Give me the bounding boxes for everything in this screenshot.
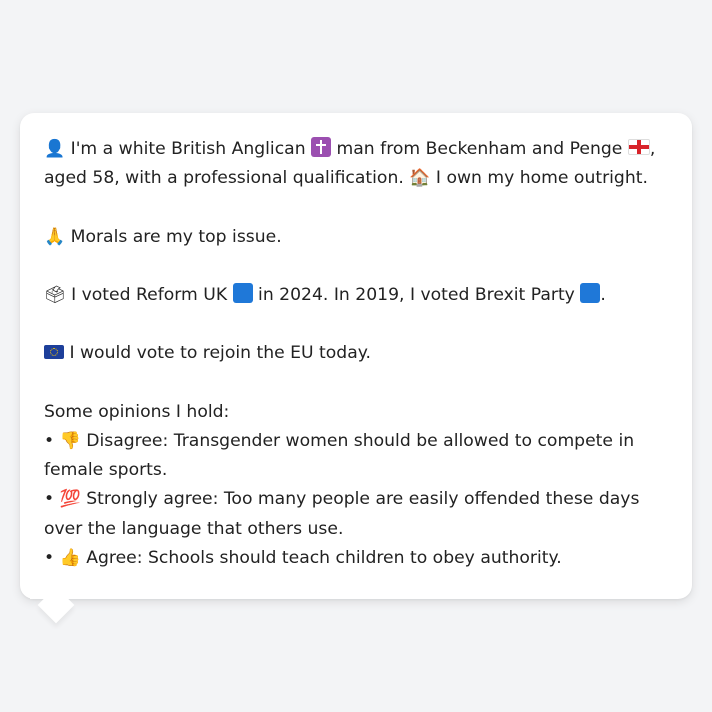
folded-hands-icon: 🙏: [44, 226, 66, 247]
party-2019-icon: [580, 282, 601, 303]
england-flag-icon: [627, 139, 650, 155]
person-silhouette-icon: 👤: [44, 139, 66, 159]
opinions-heading: Some opinions I hold:: [44, 401, 230, 422]
identity-paragraph: 👤 I'm a white British Anglican man from …: [44, 135, 668, 193]
bullet: •: [44, 489, 55, 510]
top-issue-paragraph: 🙏 Morals are my top issue.: [44, 223, 668, 252]
opinion-text: Disagree: Transgender women should be al…: [44, 430, 635, 481]
ballot-box-icon: 🗳: [44, 284, 66, 305]
identity-text-4: I own my home outright.: [435, 168, 648, 189]
identity-text-2: man from Beckenham and Penge: [336, 139, 623, 159]
identity-text-1: I'm a white British Anglican: [70, 139, 306, 159]
thumbs-down-icon: 👎: [59, 430, 81, 451]
opinion-item: • 💯 Strongly agree: Too many people are …: [44, 485, 668, 543]
persona-speech-bubble: 👤 I'm a white British Anglican man from …: [20, 113, 692, 599]
top-issue-text: Morals are my top issue.: [70, 226, 282, 247]
latin-cross-icon: [311, 137, 332, 157]
bullet: •: [44, 430, 55, 451]
opinion-item: • 👍 Agree: Schools should teach children…: [44, 544, 668, 573]
bullet: •: [44, 547, 55, 568]
opinion-text: Strongly agree: Too many people are easi…: [44, 489, 640, 539]
eu-flag-icon: [44, 345, 64, 360]
hundred-points-icon: 💯: [59, 489, 81, 510]
vote-paragraph: 🗳 I voted Reform UK in 2024. In 2019, I …: [44, 281, 668, 310]
opinion-item: • 👎 Disagree: Transgender women should b…: [44, 427, 668, 485]
house-icon: 🏠: [409, 168, 431, 189]
party-2024-icon: [232, 282, 253, 303]
thumbs-up-icon: 👍: [59, 547, 81, 568]
speech-bubble-tail-cover: [30, 579, 90, 599]
vote-text-1: I voted Reform UK: [71, 284, 228, 305]
vote-text-3: .: [600, 284, 606, 305]
opinion-text: Agree: Schools should teach children to …: [86, 547, 562, 568]
vote-text-2: in 2024. In 2019, I voted Brexit Party: [258, 284, 575, 305]
eu-text: I would vote to rejoin the EU today.: [69, 343, 371, 364]
eu-paragraph: I would vote to rejoin the EU today.: [44, 339, 668, 368]
